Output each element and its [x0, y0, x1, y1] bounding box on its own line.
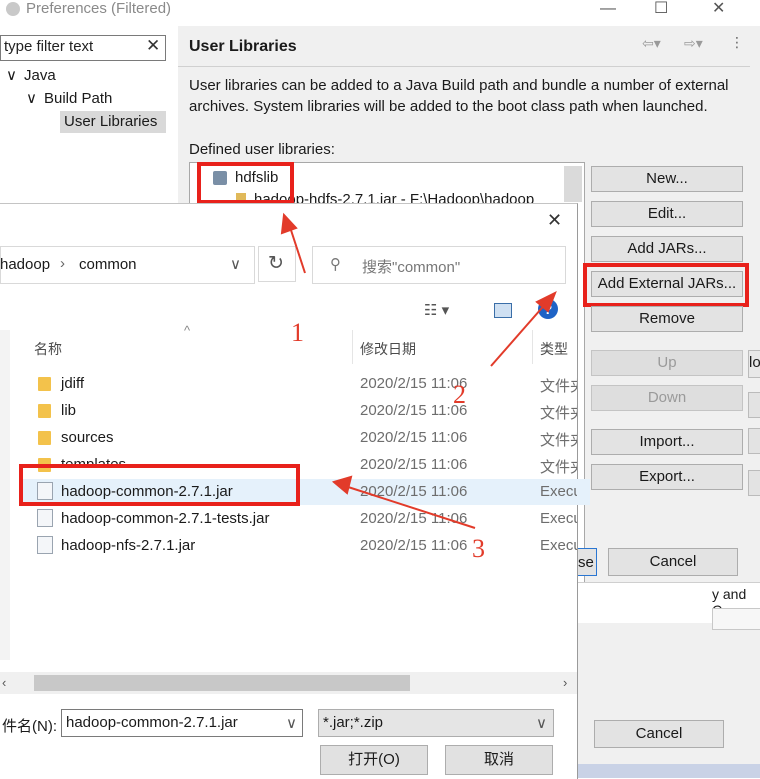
arrow-3-line [344, 485, 476, 529]
annotation-2: 2 [453, 380, 466, 409]
annotation-1: 1 [291, 318, 304, 347]
annotation-3: 3 [472, 534, 485, 563]
annotation-arrows [280, 212, 557, 529]
arrow-1-line [288, 223, 306, 274]
arrow-2-head [535, 290, 557, 313]
arrow-1-head [280, 212, 298, 235]
arrow-3-head [331, 475, 353, 495]
arrow-2-line [490, 300, 549, 367]
